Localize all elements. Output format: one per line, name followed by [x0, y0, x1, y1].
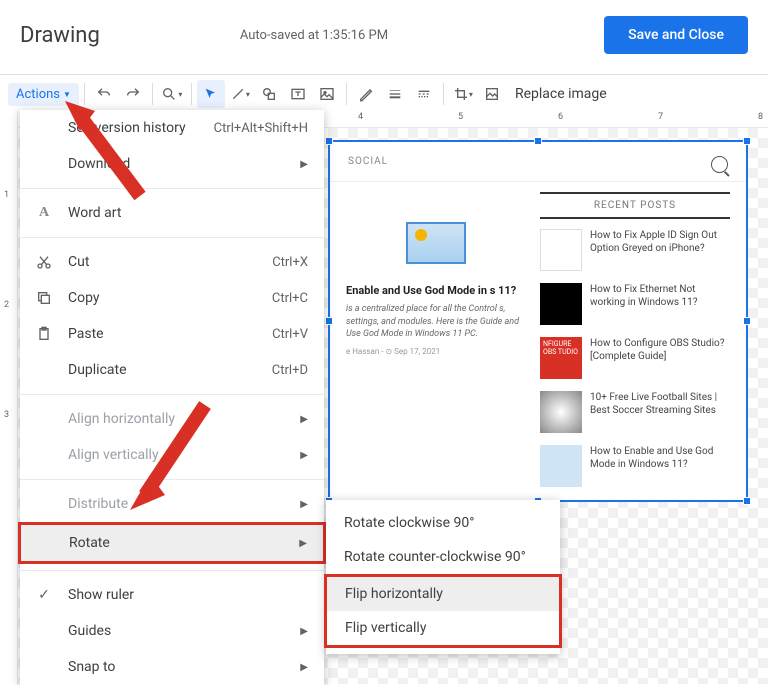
textbox-icon[interactable] [284, 80, 312, 108]
annotation-arrow-1 [60, 96, 150, 206]
wordart-icon: A [34, 203, 54, 223]
annotation-arrow-2 [120, 395, 220, 515]
preview-article-meta: e Hassan - ⊙ Sep 17, 2021 [346, 347, 526, 356]
menu-guides[interactable]: Guides▶ [20, 613, 324, 649]
menu-duplicate[interactable]: DuplicateCtrl+D [20, 352, 324, 388]
replace-image-button[interactable]: Replace image [515, 86, 607, 102]
crop-icon[interactable]: ▾ [449, 80, 477, 108]
check-icon: ✓ [34, 585, 54, 605]
image-icon[interactable] [313, 80, 341, 108]
selected-image[interactable]: SOCIAL Enable and Use God Mode in s 11? … [328, 140, 748, 502]
preview-article-title: Enable and Use God Mode in s 11? [346, 284, 526, 297]
autosave-text: Auto-saved at 1:35:16 PM [240, 28, 388, 43]
preview-article-desc: is a centralized place for all the Contr… [346, 303, 526, 341]
submenu-flip-horizontal[interactable]: Flip horizontally [327, 577, 559, 611]
menu-cut[interactable]: CutCtrl+X [20, 244, 324, 280]
page-title: Drawing [20, 23, 100, 48]
paste-icon [34, 324, 54, 344]
submenu-rotate-ccw[interactable]: Rotate counter-clockwise 90° [326, 540, 560, 574]
preview-featured-image [406, 222, 466, 264]
menu-paste[interactable]: PasteCtrl+V [20, 316, 324, 352]
line-icon[interactable]: ▾ [226, 80, 254, 108]
cut-icon [34, 252, 54, 272]
menu-snap-to[interactable]: Snap to▶ [20, 649, 324, 685]
vertical-ruler: 1 2 3 [0, 110, 18, 684]
save-close-button[interactable]: Save and Close [604, 16, 748, 54]
menu-show-ruler[interactable]: ✓Show ruler [20, 577, 324, 613]
search-icon [711, 156, 728, 173]
recent-posts-heading: RECENT POSTS [540, 192, 730, 219]
shape-icon[interactable] [255, 80, 283, 108]
zoom-icon[interactable]: ▾ [158, 80, 186, 108]
border-color-icon[interactable] [352, 80, 380, 108]
copy-icon [34, 288, 54, 308]
border-dash-icon[interactable] [410, 80, 438, 108]
menu-rotate[interactable]: Rotate▶ [21, 525, 323, 561]
menu-copy[interactable]: CopyCtrl+C [20, 280, 324, 316]
preview-social-label: SOCIAL [348, 156, 388, 173]
submenu-flip-vertical[interactable]: Flip vertically [327, 611, 559, 645]
select-icon[interactable] [197, 80, 225, 108]
rotate-submenu: Rotate clockwise 90° Rotate counter-cloc… [326, 500, 560, 654]
mask-icon[interactable] [478, 80, 506, 108]
border-weight-icon[interactable] [381, 80, 409, 108]
submenu-rotate-cw[interactable]: Rotate clockwise 90° [326, 506, 560, 540]
